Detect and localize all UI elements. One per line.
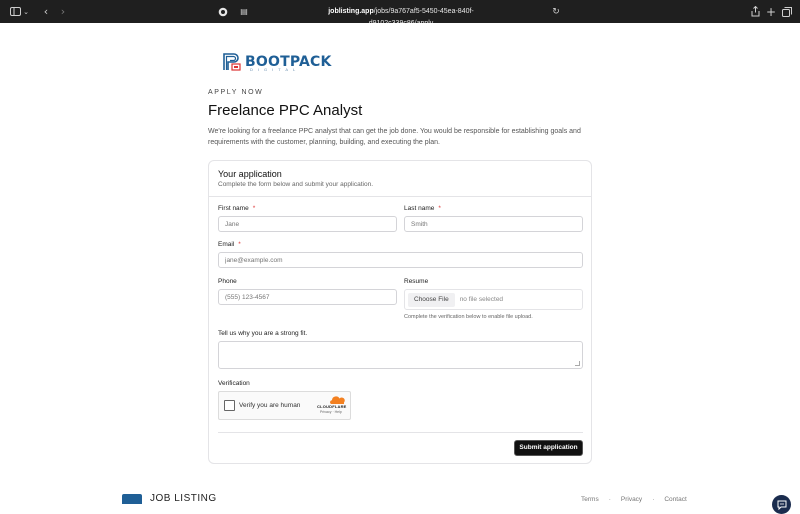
address-bar[interactable]: joblisting.app/jobs/9a767af5-5450-45ea-8… xyxy=(306,6,496,27)
job-listing-logo-icon xyxy=(122,493,142,504)
footer-logo-text: JOB LISTING xyxy=(150,493,217,504)
cloudflare-wordmark: CLOUDFLARE xyxy=(317,404,347,409)
form-divider xyxy=(218,432,583,433)
page-title: Freelance PPC Analyst xyxy=(208,102,363,119)
tabs-overview-icon[interactable] xyxy=(782,4,792,19)
job-description: We're looking for a freelance PPC analys… xyxy=(208,128,581,146)
required-mark: * xyxy=(252,205,256,212)
required-mark: * xyxy=(438,205,441,212)
last-name-label-text: Last name xyxy=(404,205,435,212)
last-name-input[interactable] xyxy=(404,216,583,232)
verify-checkbox[interactable] xyxy=(224,400,235,411)
phone-label: Phone xyxy=(218,278,237,285)
choose-file-button[interactable]: Choose File xyxy=(408,292,455,307)
phone-input[interactable] xyxy=(218,289,397,305)
card-header: Your application Complete the form below… xyxy=(209,161,591,197)
first-name-label-text: First name xyxy=(218,205,249,212)
card-title: Your application xyxy=(218,169,282,179)
sidebar-toggle-icon[interactable] xyxy=(9,4,21,19)
chat-icon xyxy=(777,500,786,510)
page-menu-icon[interactable]: ▤ xyxy=(240,4,248,19)
browser-toolbar: ⌄ ‹ › ▤ joblisting.app/jobs/9a767af5-545… xyxy=(0,0,800,27)
fit-textarea[interactable] xyxy=(218,341,583,369)
email-label: Email * xyxy=(218,241,241,248)
first-name-label: First name * xyxy=(218,205,255,212)
chevron-down-icon[interactable]: ⌄ xyxy=(22,4,30,19)
email-label-text: Email xyxy=(218,241,235,248)
resume-upload[interactable]: Choose File no file selected xyxy=(404,289,583,310)
verification-label: Verification xyxy=(218,380,250,387)
last-name-label: Last name * xyxy=(404,205,441,212)
fit-label: Tell us why you are a strong fit. xyxy=(218,330,308,337)
email-field[interactable] xyxy=(218,252,583,268)
url-host: joblisting.app xyxy=(328,8,374,15)
chat-button[interactable] xyxy=(772,495,791,514)
required-mark: * xyxy=(238,241,241,248)
back-icon[interactable]: ‹ xyxy=(41,4,51,19)
page: BOOTPACK DIGITAL APPLY NOW Freelance PPC… xyxy=(0,23,800,514)
reload-icon[interactable]: ↻ xyxy=(552,4,560,19)
submit-application-button[interactable]: Submit application xyxy=(514,440,583,456)
file-status: no file selected xyxy=(459,296,504,303)
share-icon[interactable] xyxy=(750,4,760,19)
privacy-shield-icon[interactable] xyxy=(218,4,228,19)
captcha-links[interactable]: Privacy · Help xyxy=(320,410,342,414)
resize-grip-icon[interactable] xyxy=(575,361,580,366)
new-tab-icon[interactable]: + xyxy=(766,4,776,19)
card-subtitle: Complete the form below and submit your … xyxy=(218,181,373,188)
bootpack-logo-icon xyxy=(223,53,241,71)
logo-subtext: DIGITAL xyxy=(250,67,301,72)
turnstile-widget: Verify you are human CLOUDFLARE Privacy … xyxy=(218,391,351,420)
application-card: Your application Complete the form below… xyxy=(208,160,592,464)
verify-text: Verify you are human xyxy=(239,402,301,409)
resume-label: Resume xyxy=(404,278,429,285)
eyebrow: APPLY NOW xyxy=(208,89,264,96)
first-name-input[interactable] xyxy=(218,216,397,232)
resume-hint: Complete the verification below to enabl… xyxy=(404,314,533,320)
cloudflare-cloud-icon xyxy=(330,396,345,404)
forward-icon[interactable]: › xyxy=(58,4,68,19)
footer-logo[interactable]: JOB LISTING xyxy=(122,493,217,504)
